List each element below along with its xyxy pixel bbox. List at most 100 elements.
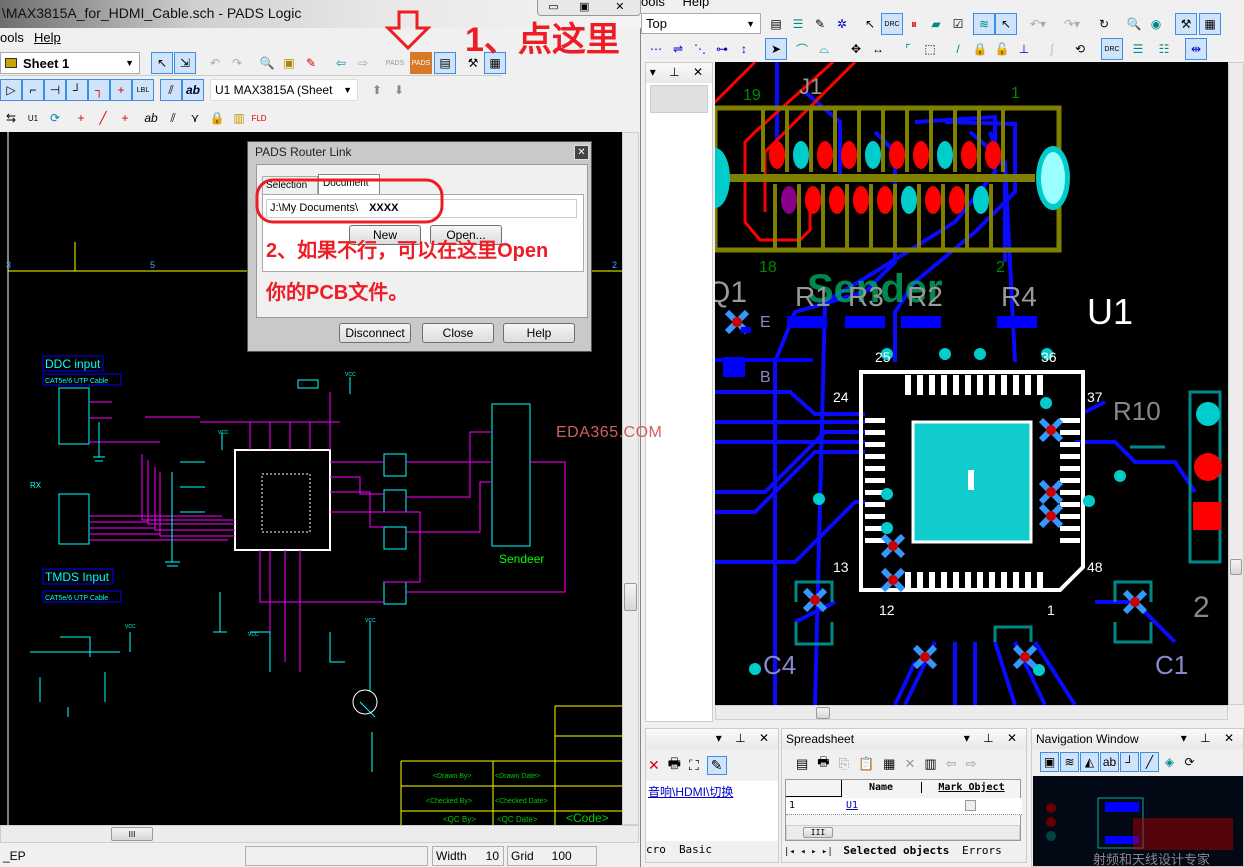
- verify-icon[interactable]: ☑: [947, 13, 969, 35]
- hammer-icon[interactable]: ⚒: [1175, 13, 1197, 35]
- pcb-hscroll-thumb[interactable]: [816, 707, 830, 719]
- swap-parts-icon[interactable]: U1: [22, 107, 44, 129]
- pads-layout-button[interactable]: PADS: [384, 52, 406, 74]
- export-icon[interactable]: ▤: [796, 756, 808, 772]
- nav-components-icon[interactable]: ▣: [1040, 752, 1059, 772]
- menu-tools[interactable]: ools: [641, 0, 665, 9]
- pcb-canvas[interactable]: 19 1 18 2 J1 Sender Q1 R1 R3 R2 R4 U1 R1…: [715, 62, 1228, 705]
- renumber-icon[interactable]: ⟲: [1069, 38, 1091, 60]
- spreadsheet-hscroll-thumb[interactable]: III: [803, 827, 833, 838]
- rotate-icon[interactable]: ⟳: [44, 107, 66, 129]
- print-icon[interactable]: 🖶: [668, 753, 681, 777]
- nav-route-icon[interactable]: ┘: [1120, 752, 1139, 772]
- sheet-select[interactable]: Sheet 1 ▼: [0, 52, 140, 74]
- split-icon[interactable]: /: [947, 38, 969, 60]
- corner-icon[interactable]: ⌜: [897, 38, 919, 60]
- arrow-down-button[interactable]: ⬇: [388, 79, 410, 101]
- edit-text-icon[interactable]: ab: [140, 107, 162, 129]
- red-wire-icon[interactable]: ┐: [88, 79, 110, 101]
- zoom-icon[interactable]: 🔍: [1123, 13, 1145, 35]
- undo-button[interactable]: ↶: [204, 52, 226, 74]
- dialog-close-button[interactable]: ✕: [574, 145, 589, 160]
- panel-controls[interactable]: ▾ ⊥ ✕: [716, 731, 774, 745]
- route-icon[interactable]: ▰: [925, 13, 947, 35]
- nav-line-icon[interactable]: ╱: [1140, 752, 1159, 772]
- add-wire-icon[interactable]: ╱: [92, 107, 114, 129]
- properties-button[interactable]: ▣: [278, 52, 300, 74]
- brush-icon[interactable]: ✎: [809, 13, 831, 35]
- spreadsheet-hscroll[interactable]: III: [786, 825, 1020, 840]
- close-button[interactable]: Close: [422, 323, 494, 343]
- mark-object-checkbox[interactable]: [965, 800, 976, 811]
- smooth-icon[interactable]: ∫: [1041, 38, 1063, 60]
- vscroll-thumb[interactable]: [624, 583, 637, 611]
- text-icon[interactable]: ab: [182, 79, 204, 101]
- hscroll-thumb[interactable]: III: [111, 827, 153, 841]
- disconnect-button[interactable]: Disconnect: [339, 323, 411, 343]
- table-row[interactable]: 1 U1: [786, 798, 1022, 815]
- pcb-vscroll[interactable]: [1228, 62, 1244, 705]
- schematic-hscroll[interactable]: III: [0, 825, 639, 843]
- new-icon[interactable]: ▦: [883, 756, 895, 772]
- checklist-1-icon[interactable]: ☰: [1127, 38, 1149, 60]
- stretch-icon[interactable]: ↔: [867, 38, 889, 60]
- nav-text-icon[interactable]: ab: [1100, 752, 1119, 772]
- output-text-area[interactable]: 音响\HDMI\切换: [646, 781, 778, 841]
- unlock-icon[interactable]: 🔓: [991, 38, 1013, 60]
- redo-icon[interactable]: ↷▾: [1061, 13, 1083, 35]
- project-link[interactable]: 音响\HDMI\切换: [648, 783, 733, 800]
- tab-selected-objects[interactable]: Selected objects: [843, 844, 949, 857]
- nav-shapes-icon[interactable]: ◭: [1080, 752, 1099, 772]
- back-annotate-button[interactable]: ⇦: [330, 52, 352, 74]
- drc-filter-icon[interactable]: DRC: [881, 13, 903, 35]
- bus-entry-icon[interactable]: ⫽: [160, 79, 182, 101]
- tab-macro[interactable]: cro: [646, 843, 666, 856]
- pcb-vscroll-thumb[interactable]: [1230, 559, 1242, 575]
- column-header-name[interactable]: Name: [842, 782, 920, 793]
- label-icon[interactable]: LBL: [132, 79, 154, 101]
- edit-icon[interactable]: ✎: [706, 755, 727, 775]
- route-tool-1-icon[interactable]: ⋯: [645, 38, 667, 60]
- menu-help[interactable]: Help: [34, 30, 61, 45]
- select-filter-button[interactable]: ↖: [151, 52, 173, 74]
- field-icon[interactable]: ▥: [228, 107, 250, 129]
- autoroute-icon[interactable]: ≋: [973, 13, 995, 35]
- column-header-mark[interactable]: Mark Object: [921, 782, 1021, 793]
- pause-icon[interactable]: ⏸: [903, 13, 925, 35]
- properties-icon[interactable]: ▤: [765, 13, 787, 35]
- panel-controls[interactable]: ▾ ⊥ ✕: [650, 65, 708, 79]
- redraw-icon[interactable]: ↻: [1093, 13, 1115, 35]
- delete-icon[interactable]: ✕: [648, 757, 660, 774]
- via-icon[interactable]: ⊥: [1013, 38, 1035, 60]
- checklist-2-icon[interactable]: ☷: [1153, 38, 1175, 60]
- panel-controls[interactable]: ▾ ⊥ ✕: [1181, 731, 1239, 745]
- select-icon[interactable]: ➤: [765, 38, 787, 60]
- forward-annotate-button[interactable]: ⇨: [352, 52, 374, 74]
- nav-layers-icon[interactable]: ≋: [1060, 752, 1079, 772]
- tune-icon[interactable]: ⇹: [1185, 38, 1207, 60]
- layer-select[interactable]: Top ▼: [641, 13, 761, 34]
- dynamic-route-icon[interactable]: ⌓: [813, 38, 835, 60]
- redo-button[interactable]: ↷: [226, 52, 248, 74]
- part-select[interactable]: U1 MAX3815A (Sheet ▼: [210, 79, 358, 101]
- nav-stack-icon[interactable]: ◈: [1160, 752, 1179, 772]
- edit-bus-icon[interactable]: ⫽: [162, 107, 184, 129]
- back-icon[interactable]: ⇦: [946, 756, 957, 772]
- help-button[interactable]: Help: [503, 323, 575, 343]
- brush-button[interactable]: ✎: [300, 52, 322, 74]
- panel-controls[interactable]: ▾ ⊥ ✕: [964, 731, 1022, 745]
- lock-icon[interactable]: 🔒: [206, 107, 228, 129]
- box-select-icon[interactable]: ⬚: [919, 38, 941, 60]
- nav-refresh-icon[interactable]: ⟳: [1180, 752, 1199, 772]
- menu-tools[interactable]: ools: [0, 30, 24, 45]
- print-icon[interactable]: 🖶: [817, 753, 829, 775]
- move-icon[interactable]: ✥: [845, 38, 867, 60]
- tab-errors[interactable]: Errors: [962, 844, 1002, 857]
- tab-nav-icons[interactable]: |◂ ◂ ▸ ▸|: [784, 847, 833, 857]
- route-tool-5-icon[interactable]: ↕: [733, 38, 755, 60]
- route-tool-3-icon[interactable]: ⋱: [689, 38, 711, 60]
- add-net-icon[interactable]: +: [114, 107, 136, 129]
- junction-icon[interactable]: +: [110, 79, 132, 101]
- wire-icon[interactable]: ┘: [66, 79, 88, 101]
- pcb-hscroll[interactable]: [715, 705, 1228, 720]
